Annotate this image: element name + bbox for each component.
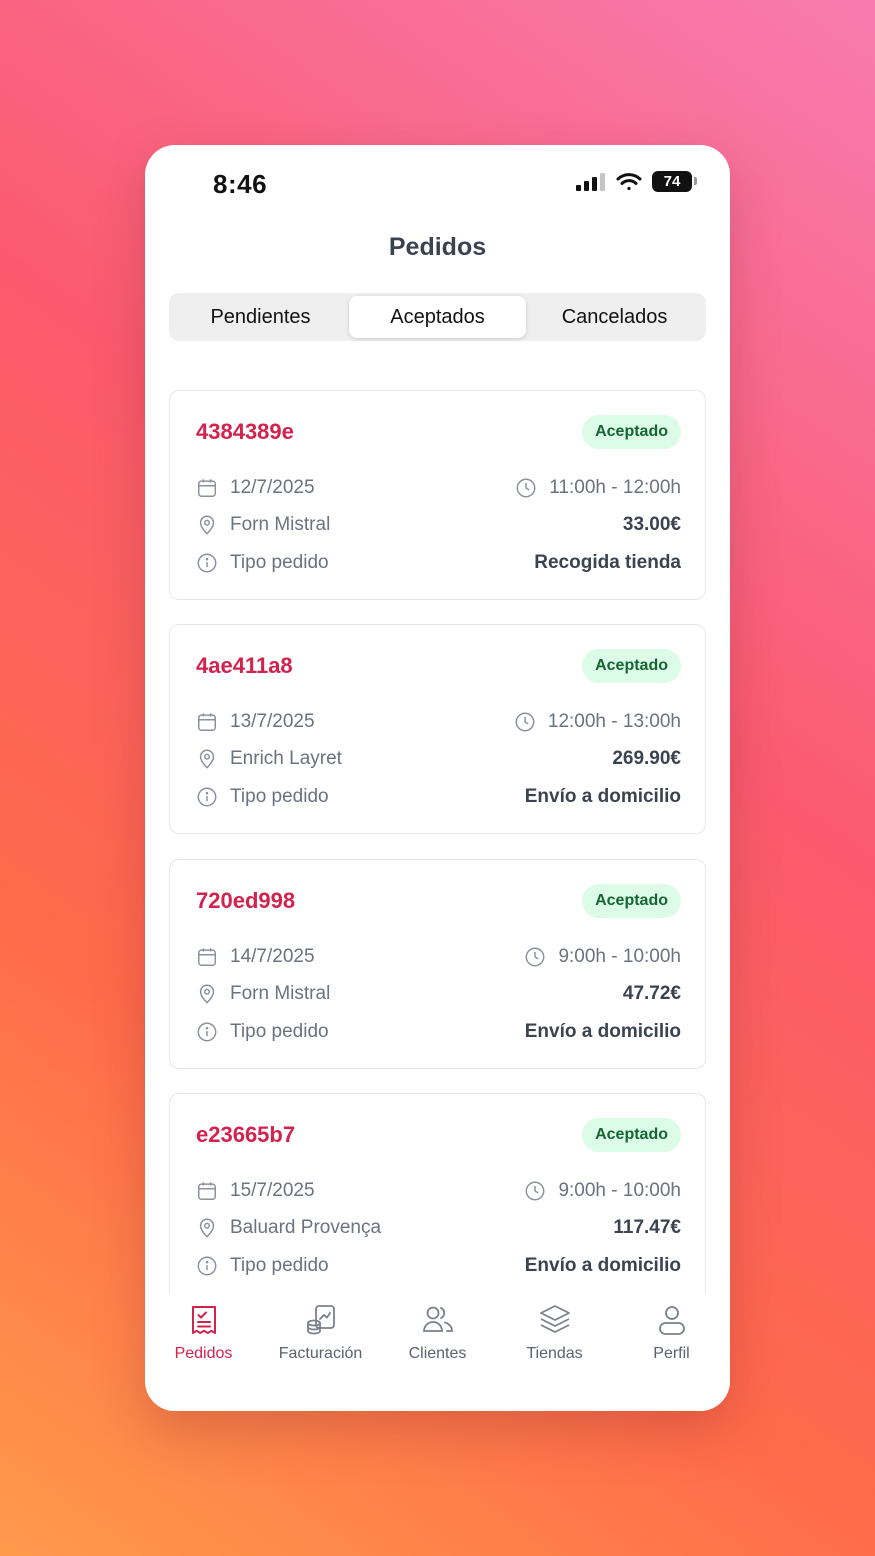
order-type-label: Tipo pedido: [230, 552, 329, 573]
user-icon: [658, 1306, 685, 1335]
users-icon: [422, 1306, 453, 1332]
order-store: Enrich Layret: [230, 748, 342, 769]
clock-icon: [526, 1181, 545, 1201]
info-icon: [197, 1256, 217, 1276]
status-time: 8:46: [213, 169, 268, 199]
nav-item-pedidos[interactable]: Pedidos: [145, 1293, 262, 1411]
nav-item-clientes[interactable]: Clientes: [379, 1293, 496, 1411]
nav-label: Facturación: [278, 1345, 363, 1362]
location-pin-icon: [199, 984, 215, 1004]
status-badge: Aceptado: [582, 415, 681, 449]
order-row-type: Tipo pedido Envío a domicilio: [196, 1019, 681, 1045]
order-row-type: Tipo pedido Envío a domicilio: [196, 1253, 681, 1279]
billing-icon: [306, 1305, 335, 1335]
order-row-date: 12/7/2025 11:00h - 12:00h: [196, 475, 681, 501]
order-time: 9:00h - 10:00h: [558, 946, 681, 967]
location-pin-icon: [199, 515, 215, 535]
status-bar: 8:46 74: [145, 145, 730, 225]
order-date: 13/7/2025: [230, 711, 315, 732]
order-total: 47.72€: [622, 983, 681, 1004]
order-total: 33.00€: [622, 514, 681, 535]
order-card[interactable]: e23665b7 Aceptado 15/7/2025 9:00h - 10:0…: [169, 1093, 706, 1293]
order-store: Forn Mistral: [230, 983, 331, 1004]
order-total: 269.90€: [612, 748, 681, 769]
order-card[interactable]: 4ae411a8 Aceptado 13/7/2025 12:00h - 13:…: [169, 624, 706, 834]
order-row-date: 13/7/2025 12:00h - 13:00h: [196, 709, 681, 735]
phone-screen: 4384389e Aceptado 12/7/2025 11:00h - 12:…: [145, 145, 730, 1411]
calendar-icon: [198, 948, 216, 966]
info-icon: [197, 1022, 217, 1042]
page-title: Pedidos: [388, 233, 487, 261]
order-store: Forn Mistral: [230, 514, 331, 535]
location-pin-icon: [199, 1218, 215, 1238]
calendar-icon: [198, 713, 216, 731]
tab-pendientes[interactable]: Pendientes: [172, 296, 349, 338]
order-row-type: Tipo pedido Recogida tienda: [196, 550, 681, 576]
order-type: Recogida tienda: [534, 552, 681, 573]
nav-item-perfil[interactable]: Perfil: [613, 1293, 730, 1411]
order-type: Envío a domicilio: [524, 786, 681, 807]
order-type-label: Tipo pedido: [230, 1021, 329, 1042]
order-row-date: 15/7/2025 9:00h - 10:00h: [196, 1178, 681, 1204]
status-badge: Aceptado: [582, 884, 681, 918]
calendar-icon: [198, 1182, 216, 1200]
order-row-store: Enrich Layret 269.90€: [196, 746, 681, 772]
order-date: 15/7/2025: [230, 1180, 315, 1201]
order-row-type: Tipo pedido Envío a domicilio: [196, 784, 681, 810]
nav-label: Tiendas: [526, 1345, 583, 1362]
segmented-tabs: Pendientes Aceptados Cancelados: [169, 293, 706, 341]
nav-item-facturacion[interactable]: Facturación: [262, 1293, 379, 1411]
wifi-icon: [616, 172, 642, 190]
nav-label: Perfil: [653, 1345, 690, 1362]
order-id: 720ed998: [196, 888, 296, 913]
order-id: 4ae411a8: [196, 653, 293, 678]
order-time: 12:00h - 13:00h: [547, 711, 681, 732]
order-card[interactable]: 720ed998 Aceptado 14/7/2025 9:00h - 10:0…: [169, 859, 706, 1069]
clock-icon: [526, 947, 545, 967]
info-icon: [197, 787, 217, 807]
clock-icon: [516, 478, 536, 498]
status-badge: Aceptado: [582, 649, 681, 683]
clock-icon: [515, 712, 535, 732]
order-date: 14/7/2025: [230, 946, 315, 967]
nav-item-tiendas[interactable]: Tiendas: [496, 1293, 613, 1411]
bottom-nav: Pedidos Facturación Clientes Tiendas Per…: [145, 1293, 730, 1411]
order-type-label: Tipo pedido: [230, 786, 329, 807]
order-id: 4384389e: [196, 419, 294, 444]
order-time: 9:00h - 10:00h: [558, 1180, 681, 1201]
tab-aceptados[interactable]: Aceptados: [349, 296, 526, 338]
order-row-store: Forn Mistral 33.00€: [196, 512, 681, 538]
battery-icon: 74: [652, 171, 697, 192]
order-id: e23665b7: [196, 1122, 296, 1147]
nav-label: Clientes: [408, 1345, 467, 1362]
order-date: 12/7/2025: [230, 477, 315, 498]
receipt-icon: [191, 1306, 216, 1334]
order-store: Baluard Provença: [230, 1217, 382, 1238]
status-icons: 74: [576, 171, 697, 192]
layers-icon: [539, 1305, 570, 1333]
order-type-label: Tipo pedido: [230, 1255, 329, 1276]
nav-label: Pedidos: [174, 1345, 233, 1362]
order-time: 11:00h - 12:00h: [549, 477, 681, 498]
cellular-signal-icon: [576, 172, 605, 191]
order-type: Envío a domicilio: [524, 1021, 681, 1042]
order-row-store: Baluard Provença 117.47€: [196, 1215, 681, 1241]
order-row-store: Forn Mistral 47.72€: [196, 981, 681, 1007]
location-pin-icon: [199, 749, 215, 769]
order-type: Envío a domicilio: [524, 1255, 681, 1276]
order-total: 117.47€: [613, 1217, 681, 1238]
order-card[interactable]: 4384389e Aceptado 12/7/2025 11:00h - 12:…: [169, 390, 706, 600]
status-badge: Aceptado: [582, 1118, 681, 1152]
calendar-icon: [198, 479, 216, 497]
order-row-date: 14/7/2025 9:00h - 10:00h: [196, 944, 681, 970]
tab-cancelados[interactable]: Cancelados: [526, 296, 703, 338]
info-icon: [197, 553, 217, 573]
